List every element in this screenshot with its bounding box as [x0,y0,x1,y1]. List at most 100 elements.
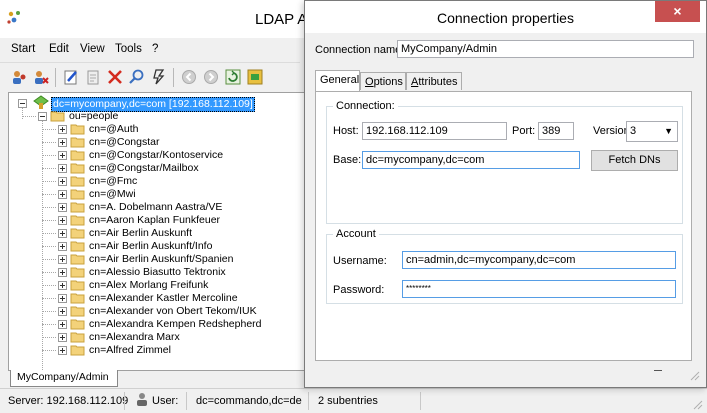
tree-item-label[interactable]: cn=@Mwi [89,188,136,201]
tree-item-label[interactable]: cn=Alexander Kastler Mercoline [89,292,238,305]
tree-item-label[interactable]: cn=Alexandra Marx [89,331,180,344]
expand-toggle[interactable] [58,216,67,225]
expand-toggle[interactable] [58,333,67,342]
tree-item[interactable]: cn=@Fmc [9,175,307,188]
tree-item[interactable]: cn=Alex Morlang Freifunk [9,279,307,292]
tree-item-label[interactable]: cn=@Congstar/Mailbox [89,162,199,175]
menu-help[interactable]: ? [152,43,158,55]
port-input[interactable]: 389 [538,122,574,140]
resize-grip-icon[interactable] [690,371,700,381]
back-icon[interactable] [180,68,198,86]
tree-item-label[interactable]: cn=Alexander von Obert Tekom/IUK [89,305,257,318]
tree-ou-row[interactable]: ou=people [9,110,307,123]
expand-toggle[interactable] [58,281,67,290]
menu-view[interactable]: View [80,43,105,55]
tree-item[interactable]: cn=Alexandra Marx [9,331,307,344]
collapse-toggle[interactable] [38,112,47,121]
version-value: 3 [630,125,637,137]
refresh-icon[interactable] [224,68,242,86]
expand-toggle[interactable] [58,268,67,277]
tree-item-label[interactable]: cn=Alessio Biasutto Tektronix [89,266,226,279]
tree-item[interactable]: cn=@Congstar/Kontoservice [9,149,307,162]
tree-item-label[interactable]: cn=Alex Morlang Freifunk [89,279,208,292]
expand-toggle[interactable] [58,138,67,147]
tree-item-label[interactable]: cn=Alfred Zimmel [89,344,171,357]
tree-item-label[interactable]: cn=A. Dobelmann Aastra/VE [89,201,222,214]
menubar: Start Edit View Tools ? [0,38,300,62]
expand-toggle[interactable] [58,164,67,173]
tab-options[interactable]: Options [360,72,406,90]
tree-item-label[interactable]: cn=@Auth [89,123,138,136]
tree-connector [42,194,56,195]
export-icon[interactable] [246,68,264,86]
tree-item[interactable]: cn=@Congstar [9,136,307,149]
tab-general[interactable]: General [315,70,360,91]
app-icon [6,9,24,27]
folder-icon [70,344,86,356]
forward-icon[interactable] [202,68,220,86]
expand-toggle[interactable] [58,320,67,329]
expand-toggle[interactable] [58,307,67,316]
tree-item[interactable]: cn=@Mwi [9,188,307,201]
tree-connector [42,207,56,208]
tree-item-label[interactable]: cn=Air Berlin Auskunft/Spanien [89,253,233,266]
tree-item[interactable]: cn=@Auth [9,123,307,136]
expand-toggle[interactable] [58,151,67,160]
expand-toggle[interactable] [58,294,67,303]
tab-attributes[interactable]: Attributes [406,72,462,90]
delete-icon[interactable] [106,68,124,86]
tree-item-label[interactable]: cn=@Congstar/Kontoservice [89,149,223,162]
expand-toggle[interactable] [58,203,67,212]
tree-item[interactable]: cn=@Congstar/Mailbox [9,162,307,175]
base-input[interactable]: dc=mycompany,dc=com [362,151,580,169]
tree-item[interactable]: cn=Alfred Zimmel [9,344,307,357]
expand-toggle[interactable] [58,125,67,134]
version-select[interactable]: 3 ▼ [626,121,678,142]
tree-item[interactable]: cn=Alessio Biasutto Tektronix [9,266,307,279]
ldap-tree-view[interactable]: dc=mycompany,dc=com [192.168.112.109] ou… [8,92,308,371]
tree-ou-label[interactable]: ou=people [69,110,118,123]
users-icon[interactable] [10,68,28,86]
tree-item[interactable]: cn=Alexander Kastler Mercoline [9,292,307,305]
expand-toggle[interactable] [58,346,67,355]
resize-grip-icon[interactable] [693,400,703,410]
password-label: Password: [333,284,385,296]
tree-item[interactable]: cn=Air Berlin Auskunft/Info [9,240,307,253]
tree-item[interactable]: cn=Alexander von Obert Tekom/IUK [9,305,307,318]
menu-tools[interactable]: Tools [115,43,142,55]
tree-item-label[interactable]: cn=Air Berlin Auskunft [89,227,192,240]
host-input[interactable]: 192.168.112.109 [362,122,507,140]
menu-edit[interactable]: Edit [49,43,69,55]
tree-item[interactable]: cn=Air Berlin Auskunft/Spanien [9,253,307,266]
edit-icon[interactable] [62,68,80,86]
tree-item[interactable]: cn=Aaron Kaplan Funkfeuer [9,214,307,227]
connection-name-input[interactable]: MyCompany/Admin [397,40,694,58]
tree-item[interactable]: cn=Alexandra Kempen Redshepherd [9,318,307,331]
fetch-dns-button[interactable]: Fetch DNs [591,150,678,171]
tree-item[interactable]: cn=A. Dobelmann Aastra/VE [9,201,307,214]
minimize-icon[interactable] [654,370,662,371]
tree-connector [22,116,36,117]
document-tab[interactable]: MyCompany/Admin [10,370,118,387]
search-icon[interactable] [128,68,146,86]
expand-toggle[interactable] [58,255,67,264]
expand-toggle[interactable] [58,242,67,251]
tree-item-label[interactable]: cn=Air Berlin Auskunft/Info [89,240,212,253]
tree-item-label[interactable]: cn=Aaron Kaplan Funkfeuer [89,214,220,227]
filter-icon[interactable] [150,68,168,86]
collapse-toggle[interactable] [18,99,27,108]
tree-item[interactable]: cn=Air Berlin Auskunft [9,227,307,240]
tree-item-label[interactable]: cn=@Fmc [89,175,137,188]
close-button[interactable]: × [655,1,700,22]
properties-icon[interactable] [84,68,102,86]
tree-item-label[interactable]: cn=Alexandra Kempen Redshepherd [89,318,262,331]
tree-item-label[interactable]: cn=@Congstar [89,136,160,149]
expand-toggle[interactable] [58,229,67,238]
expand-toggle[interactable] [58,190,67,199]
password-input[interactable]: ******** [402,280,676,298]
expand-toggle[interactable] [58,177,67,186]
username-input[interactable]: cn=admin,dc=mycompany,dc=com [402,251,676,269]
menu-start[interactable]: Start [11,43,35,55]
user-remove-icon[interactable] [32,68,50,86]
tree-root-row[interactable]: dc=mycompany,dc=com [192.168.112.109] [9,95,307,112]
